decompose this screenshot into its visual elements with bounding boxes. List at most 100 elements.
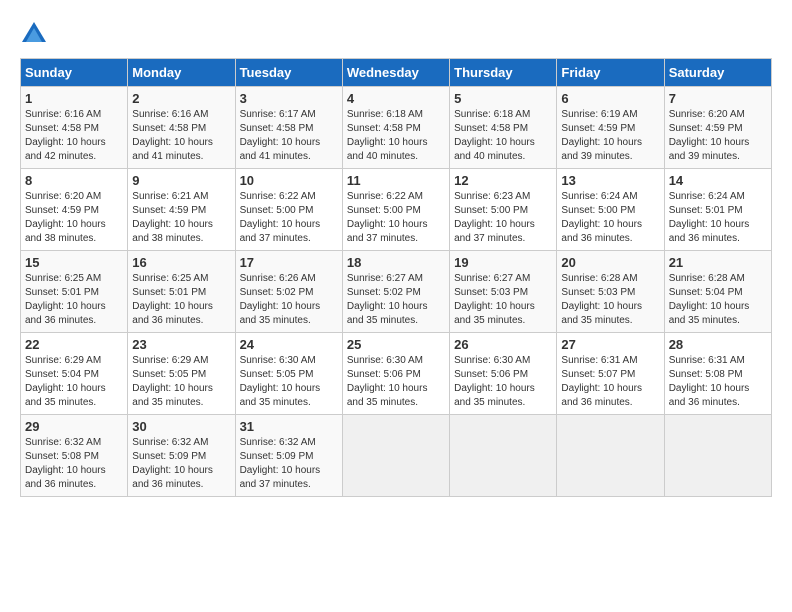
day-info: Sunrise: 6:16 AMSunset: 4:58 PMDaylight:…	[25, 108, 123, 164]
calendar-cell: 23 Sunrise: 6:29 AMSunset: 5:05 PMDayligh…	[128, 333, 235, 415]
calendar-cell: 28 Sunrise: 6:31 AMSunset: 5:08 PMDayligh…	[664, 333, 771, 415]
day-info: Sunrise: 6:27 AMSunset: 5:03 PMDaylight:…	[454, 272, 552, 328]
day-info: Sunrise: 6:30 AMSunset: 5:06 PMDaylight:…	[454, 354, 552, 410]
day-info: Sunrise: 6:32 AMSunset: 5:09 PMDaylight:…	[240, 436, 338, 492]
day-info: Sunrise: 6:32 AMSunset: 5:09 PMDaylight:…	[132, 436, 230, 492]
day-info: Sunrise: 6:18 AMSunset: 4:58 PMDaylight:…	[347, 108, 445, 164]
day-number: 22	[25, 337, 123, 352]
day-number: 26	[454, 337, 552, 352]
day-number: 20	[561, 255, 659, 270]
calendar-cell: 30 Sunrise: 6:32 AMSunset: 5:09 PMDayligh…	[128, 415, 235, 497]
day-info: Sunrise: 6:29 AMSunset: 5:05 PMDaylight:…	[132, 354, 230, 410]
calendar-cell: 14 Sunrise: 6:24 AMSunset: 5:01 PMDayligh…	[664, 169, 771, 251]
calendar-cell: 31 Sunrise: 6:32 AMSunset: 5:09 PMDayligh…	[235, 415, 342, 497]
day-info: Sunrise: 6:22 AMSunset: 5:00 PMDaylight:…	[347, 190, 445, 246]
day-number: 12	[454, 173, 552, 188]
logo-icon	[20, 20, 48, 48]
day-number: 18	[347, 255, 445, 270]
day-info: Sunrise: 6:18 AMSunset: 4:58 PMDaylight:…	[454, 108, 552, 164]
day-info: Sunrise: 6:28 AMSunset: 5:03 PMDaylight:…	[561, 272, 659, 328]
day-info: Sunrise: 6:30 AMSunset: 5:05 PMDaylight:…	[240, 354, 338, 410]
calendar-cell: 10 Sunrise: 6:22 AMSunset: 5:00 PMDayligh…	[235, 169, 342, 251]
column-header-friday: Friday	[557, 59, 664, 87]
calendar: SundayMondayTuesdayWednesdayThursdayFrid…	[20, 58, 772, 497]
calendar-cell: 3 Sunrise: 6:17 AMSunset: 4:58 PMDaylight…	[235, 87, 342, 169]
day-number: 3	[240, 91, 338, 106]
day-number: 27	[561, 337, 659, 352]
calendar-cell: 4 Sunrise: 6:18 AMSunset: 4:58 PMDaylight…	[342, 87, 449, 169]
calendar-week-1: 1Sunrise: 6:16 AMSunset: 4:58 PMDaylight…	[21, 87, 772, 169]
calendar-cell: 2 Sunrise: 6:16 AMSunset: 4:58 PMDaylight…	[128, 87, 235, 169]
day-number: 5	[454, 91, 552, 106]
day-info: Sunrise: 6:29 AMSunset: 5:04 PMDaylight:…	[25, 354, 123, 410]
header	[20, 20, 772, 48]
column-header-sunday: Sunday	[21, 59, 128, 87]
day-info: Sunrise: 6:19 AMSunset: 4:59 PMDaylight:…	[561, 108, 659, 164]
calendar-cell: 8 Sunrise: 6:20 AMSunset: 4:59 PMDaylight…	[21, 169, 128, 251]
calendar-cell: 21 Sunrise: 6:28 AMSunset: 5:04 PMDayligh…	[664, 251, 771, 333]
day-info: Sunrise: 6:16 AMSunset: 4:58 PMDaylight:…	[132, 108, 230, 164]
calendar-cell	[557, 415, 664, 497]
calendar-week-5: 29Sunrise: 6:32 AMSunset: 5:08 PMDayligh…	[21, 415, 772, 497]
day-number: 28	[669, 337, 767, 352]
day-number: 2	[132, 91, 230, 106]
logo	[20, 20, 52, 48]
day-number: 8	[25, 173, 123, 188]
calendar-cell: 5 Sunrise: 6:18 AMSunset: 4:58 PMDaylight…	[450, 87, 557, 169]
day-number: 14	[669, 173, 767, 188]
day-info: Sunrise: 6:20 AMSunset: 4:59 PMDaylight:…	[25, 190, 123, 246]
calendar-cell: 22 Sunrise: 6:29 AMSunset: 5:04 PMDayligh…	[21, 333, 128, 415]
day-number: 9	[132, 173, 230, 188]
column-header-saturday: Saturday	[664, 59, 771, 87]
calendar-week-4: 22 Sunrise: 6:29 AMSunset: 5:04 PMDayligh…	[21, 333, 772, 415]
day-info: Sunrise: 6:28 AMSunset: 5:04 PMDaylight:…	[669, 272, 767, 328]
day-number: 21	[669, 255, 767, 270]
day-number: 10	[240, 173, 338, 188]
day-number: 4	[347, 91, 445, 106]
calendar-cell: 18 Sunrise: 6:27 AMSunset: 5:02 PMDayligh…	[342, 251, 449, 333]
calendar-cell: 15 Sunrise: 6:25 AMSunset: 5:01 PMDayligh…	[21, 251, 128, 333]
calendar-cell: 17Sunrise: 6:26 AMSunset: 5:02 PMDayligh…	[235, 251, 342, 333]
calendar-cell: 6 Sunrise: 6:19 AMSunset: 4:59 PMDaylight…	[557, 87, 664, 169]
calendar-cell: 27 Sunrise: 6:31 AMSunset: 5:07 PMDayligh…	[557, 333, 664, 415]
calendar-cell: 1Sunrise: 6:16 AMSunset: 4:58 PMDaylight…	[21, 87, 128, 169]
calendar-cell: 13 Sunrise: 6:24 AMSunset: 5:00 PMDayligh…	[557, 169, 664, 251]
day-info: Sunrise: 6:31 AMSunset: 5:07 PMDaylight:…	[561, 354, 659, 410]
day-number: 15	[25, 255, 123, 270]
day-number: 30	[132, 419, 230, 434]
day-info: Sunrise: 6:32 AMSunset: 5:08 PMDaylight:…	[25, 436, 123, 492]
day-info: Sunrise: 6:20 AMSunset: 4:59 PMDaylight:…	[669, 108, 767, 164]
day-info: Sunrise: 6:31 AMSunset: 5:08 PMDaylight:…	[669, 354, 767, 410]
calendar-cell: 11 Sunrise: 6:22 AMSunset: 5:00 PMDayligh…	[342, 169, 449, 251]
day-info: Sunrise: 6:30 AMSunset: 5:06 PMDaylight:…	[347, 354, 445, 410]
day-info: Sunrise: 6:24 AMSunset: 5:01 PMDaylight:…	[669, 190, 767, 246]
day-number: 13	[561, 173, 659, 188]
calendar-cell: 7 Sunrise: 6:20 AMSunset: 4:59 PMDaylight…	[664, 87, 771, 169]
calendar-week-2: 8 Sunrise: 6:20 AMSunset: 4:59 PMDaylight…	[21, 169, 772, 251]
day-number: 31	[240, 419, 338, 434]
calendar-header-row: SundayMondayTuesdayWednesdayThursdayFrid…	[21, 59, 772, 87]
calendar-cell: 12 Sunrise: 6:23 AMSunset: 5:00 PMDayligh…	[450, 169, 557, 251]
column-header-tuesday: Tuesday	[235, 59, 342, 87]
day-info: Sunrise: 6:23 AMSunset: 5:00 PMDaylight:…	[454, 190, 552, 246]
day-info: Sunrise: 6:25 AMSunset: 5:01 PMDaylight:…	[132, 272, 230, 328]
calendar-cell: 19 Sunrise: 6:27 AMSunset: 5:03 PMDayligh…	[450, 251, 557, 333]
day-number: 19	[454, 255, 552, 270]
day-number: 6	[561, 91, 659, 106]
day-number: 23	[132, 337, 230, 352]
day-info: Sunrise: 6:24 AMSunset: 5:00 PMDaylight:…	[561, 190, 659, 246]
day-number: 7	[669, 91, 767, 106]
day-info: Sunrise: 6:26 AMSunset: 5:02 PMDaylight:…	[240, 272, 338, 328]
day-info: Sunrise: 6:25 AMSunset: 5:01 PMDaylight:…	[25, 272, 123, 328]
day-number: 11	[347, 173, 445, 188]
day-info: Sunrise: 6:22 AMSunset: 5:00 PMDaylight:…	[240, 190, 338, 246]
calendar-cell	[664, 415, 771, 497]
calendar-cell: 9 Sunrise: 6:21 AMSunset: 4:59 PMDaylight…	[128, 169, 235, 251]
calendar-week-3: 15 Sunrise: 6:25 AMSunset: 5:01 PMDayligh…	[21, 251, 772, 333]
calendar-cell	[342, 415, 449, 497]
day-info: Sunrise: 6:27 AMSunset: 5:02 PMDaylight:…	[347, 272, 445, 328]
calendar-cell: 20 Sunrise: 6:28 AMSunset: 5:03 PMDayligh…	[557, 251, 664, 333]
column-header-thursday: Thursday	[450, 59, 557, 87]
day-info: Sunrise: 6:21 AMSunset: 4:59 PMDaylight:…	[132, 190, 230, 246]
day-info: Sunrise: 6:17 AMSunset: 4:58 PMDaylight:…	[240, 108, 338, 164]
